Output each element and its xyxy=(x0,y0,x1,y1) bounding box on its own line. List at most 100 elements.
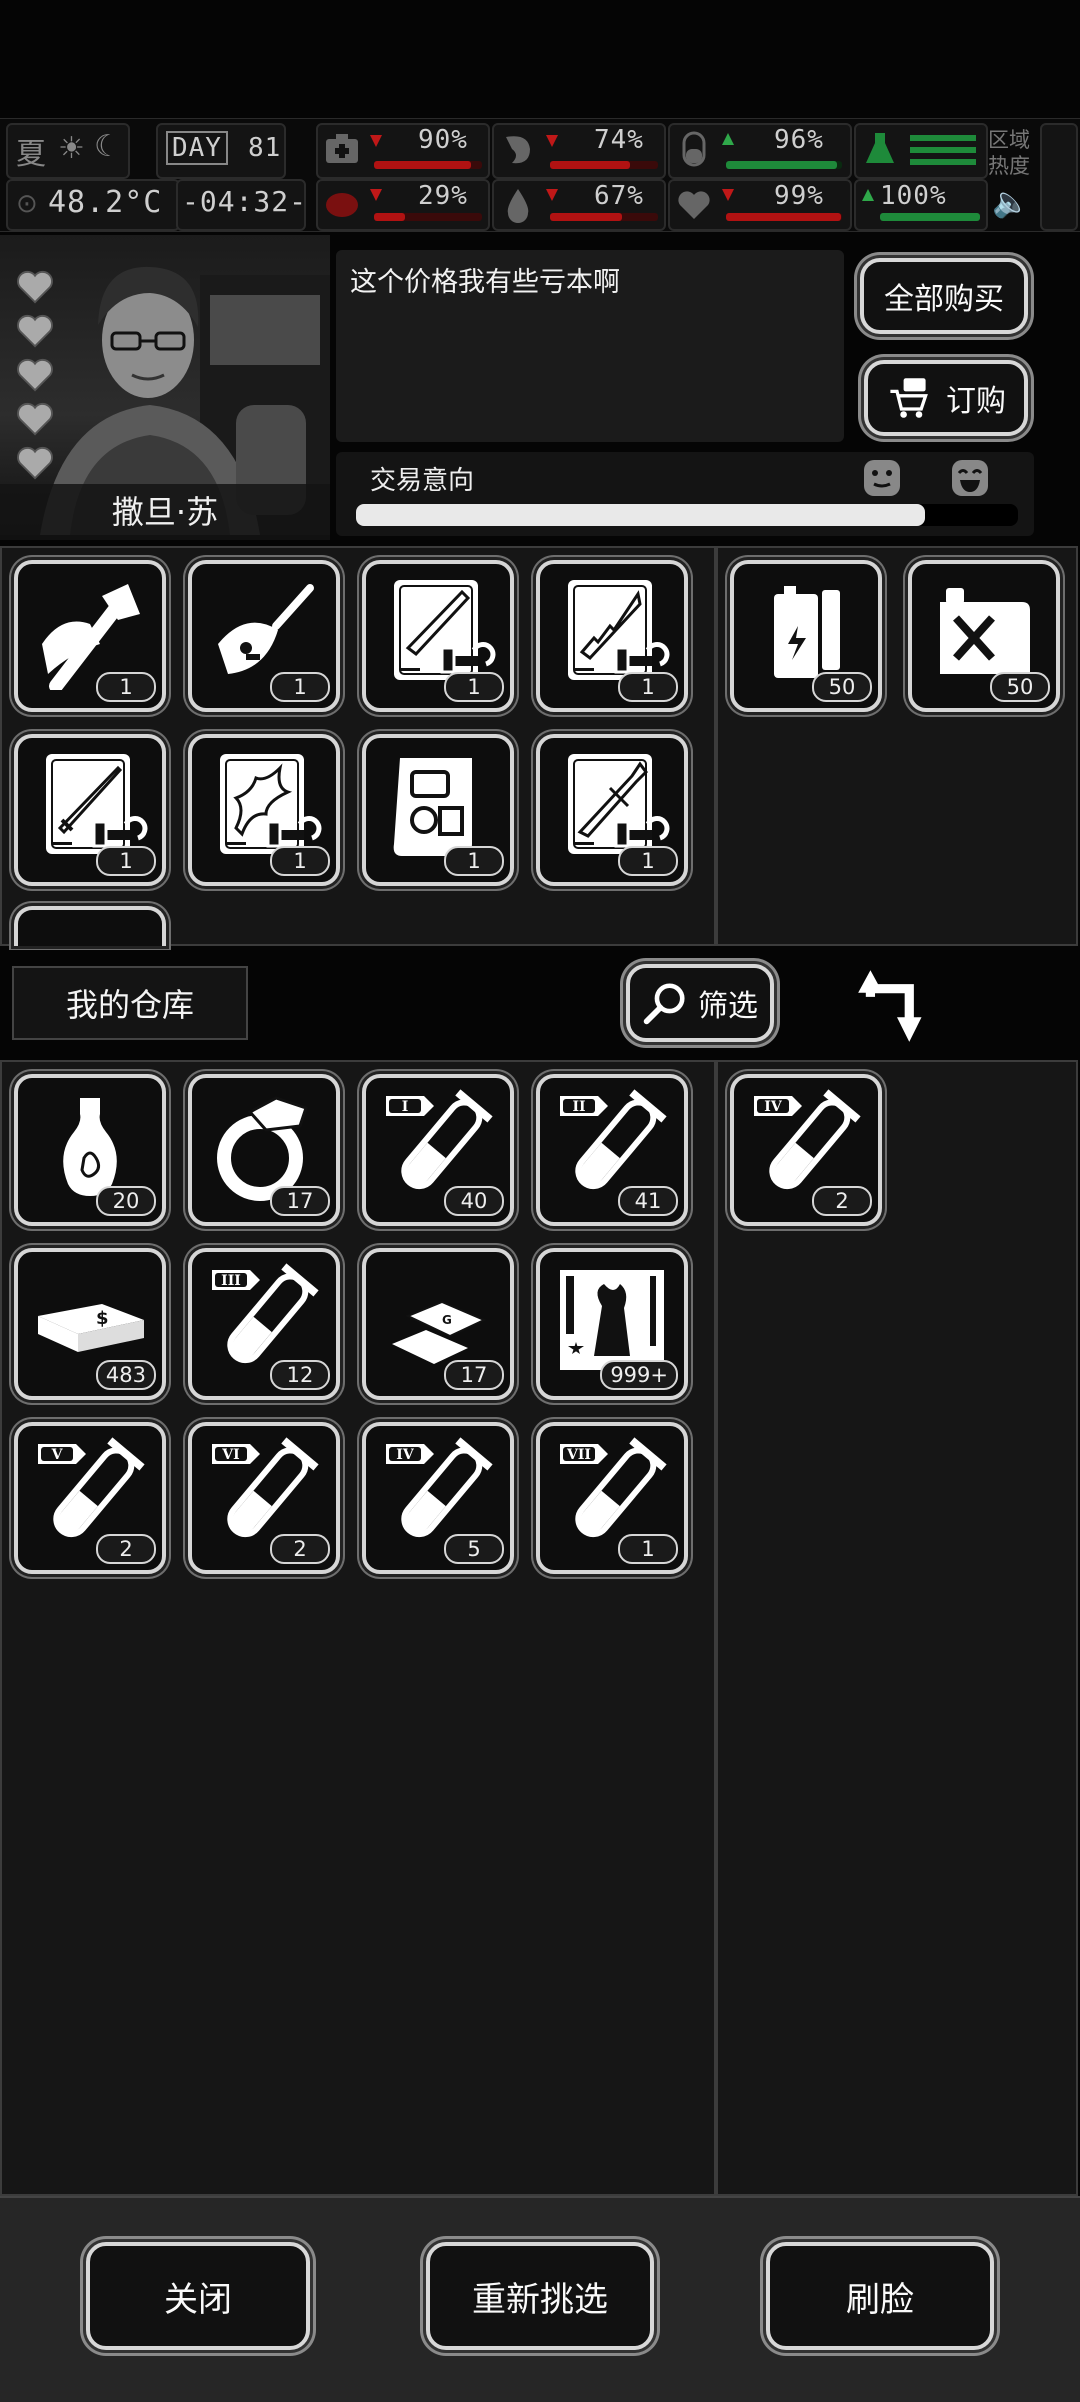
flask-icon xyxy=(860,129,902,171)
item-count: 1 xyxy=(444,672,504,702)
shop-item-slot[interactable]: 1 xyxy=(362,734,514,886)
trade-intent-fill xyxy=(356,504,926,526)
swap-arrows-icon[interactable] xyxy=(856,958,938,1050)
svg-text:III: III xyxy=(221,1273,241,1289)
filter-label: 筛选 xyxy=(698,989,758,1024)
shop-item-slot-partial[interactable] xyxy=(14,906,166,946)
status-bar: 夏 ☀ ☾ ⊙ 48.2°C DAY 81 -04:32- 90% 29% 74… xyxy=(0,118,1080,232)
capsule-icon xyxy=(674,129,716,171)
stat-energy-value: 100% xyxy=(880,181,947,211)
item-count: 483 xyxy=(95,1360,156,1390)
trade-intent-label: 交易意向 xyxy=(370,466,475,496)
warehouse-item-slot[interactable]: 999+ xyxy=(536,1248,688,1400)
shop-side-item-slot[interactable]: 50 xyxy=(730,560,882,712)
region-heat-label: 区域热度 xyxy=(988,128,1030,178)
stat-hydration-value: 67% xyxy=(594,181,644,211)
close-label: 关闭 xyxy=(164,2279,232,2320)
stomach-icon xyxy=(498,129,540,171)
item-count: 1 xyxy=(618,846,678,876)
item-count: 12 xyxy=(270,1360,330,1390)
item-count: 1 xyxy=(618,1534,678,1564)
heart-icon xyxy=(17,315,53,348)
item-count: 1 xyxy=(270,846,330,876)
shop-side-item-slot[interactable]: 50 xyxy=(908,560,1060,712)
shop-item-slot[interactable]: 1 xyxy=(536,734,688,886)
trader-dialogue: 这个价格我有些亏本啊 xyxy=(336,250,844,442)
stat-mood-value: 96% xyxy=(774,125,824,155)
item-count: 2 xyxy=(812,1186,872,1216)
heart-icon xyxy=(17,447,53,480)
svg-text:VI: VI xyxy=(221,1447,239,1463)
warehouse-item-slot[interactable]: V2 xyxy=(14,1422,166,1574)
svg-text:G: G xyxy=(442,1313,452,1327)
trade-intent-bar xyxy=(356,504,1018,526)
buy-all-button[interactable]: 全部购买 xyxy=(860,258,1028,334)
moon-icon: ☾ xyxy=(94,129,121,164)
stat-water-value: 29% xyxy=(418,181,468,211)
warehouse-item-slot[interactable]: 17 xyxy=(188,1074,340,1226)
warehouse-side-panel xyxy=(716,1060,1078,2196)
warehouse-item-slot[interactable]: VI 2 xyxy=(188,1422,340,1574)
filter-button[interactable]: 筛选 xyxy=(626,964,774,1042)
stat-water-bar xyxy=(374,213,482,221)
medkit-icon xyxy=(322,129,364,171)
warehouse-side-item-slot[interactable]: IV 2 xyxy=(730,1074,882,1226)
warehouse-item-slot[interactable]: VII 1 xyxy=(536,1422,688,1574)
reselect-label: 重新挑选 xyxy=(472,2279,608,2320)
clock-value: -04:32- xyxy=(182,185,308,218)
warehouse-item-slot[interactable]: I 40 xyxy=(362,1074,514,1226)
item-count: 1 xyxy=(618,672,678,702)
order-label: 订购 xyxy=(946,384,1006,419)
stat-energy-bar xyxy=(880,213,980,221)
shop-item-slot[interactable]: 1 xyxy=(14,734,166,886)
face-pay-button[interactable]: 刷脸 xyxy=(766,2242,994,2350)
warehouse-item-slot[interactable]: II 41 xyxy=(536,1074,688,1226)
warehouse-label: 我的仓库 xyxy=(12,966,248,1040)
warehouse-item-slot[interactable]: G 17 xyxy=(362,1248,514,1400)
speaker-icon: 🔈 xyxy=(992,185,1030,220)
stat-vitality-value: 99% xyxy=(774,181,824,211)
warehouse-item-slot[interactable]: IV 5 xyxy=(362,1422,514,1574)
brain-icon xyxy=(322,185,364,227)
warehouse-item-slot[interactable]: III 12 xyxy=(188,1248,340,1400)
shop-item-slot[interactable]: 1 xyxy=(14,560,166,712)
day-label: DAY xyxy=(166,131,228,165)
stat-health-bar xyxy=(374,161,482,169)
item-count: 17 xyxy=(270,1186,330,1216)
stat-water: 29% xyxy=(316,179,490,231)
item-count: 999+ xyxy=(600,1360,678,1390)
svg-text:II: II xyxy=(572,1099,585,1115)
drop-icon xyxy=(498,185,540,227)
side-gauge xyxy=(1040,123,1078,231)
order-button[interactable]: 订购 xyxy=(864,360,1028,436)
sun-icon: ☀ xyxy=(58,131,85,166)
region-heat[interactable]: 区域热度 🔈 xyxy=(988,123,1038,227)
stat-flask xyxy=(854,123,988,179)
trader-name: 撒旦·苏 xyxy=(0,484,330,540)
heart-icon xyxy=(17,359,53,392)
shop-item-slot[interactable]: 1 xyxy=(188,560,340,712)
day-number: 81 xyxy=(248,133,282,163)
stat-stamina: 74% xyxy=(492,123,666,179)
shop-item-slot[interactable]: 1 xyxy=(536,560,688,712)
shop-item-slot[interactable]: 1 xyxy=(188,734,340,886)
svg-text:V: V xyxy=(51,1447,64,1463)
item-count: 50 xyxy=(812,672,872,702)
item-count: 1 xyxy=(96,672,156,702)
warehouse-item-slot[interactable]: 20 xyxy=(14,1074,166,1226)
item-count: 17 xyxy=(444,1360,504,1390)
trend-up-icon xyxy=(722,133,734,145)
thermometer-icon: ⊙ xyxy=(16,189,38,219)
warehouse-item-slot[interactable]: $483 xyxy=(14,1248,166,1400)
item-count: 1 xyxy=(444,846,504,876)
item-count: 1 xyxy=(270,672,330,702)
reselect-button[interactable]: 重新挑选 xyxy=(426,2242,654,2350)
trend-down-icon xyxy=(546,135,558,147)
temperature-value: 48.2°C xyxy=(48,185,163,220)
shop-item-slot[interactable]: 1 xyxy=(362,560,514,712)
temperature-panel: ⊙ 48.2°C xyxy=(6,179,180,231)
heart-icon xyxy=(674,185,716,227)
trend-up-icon xyxy=(862,189,874,201)
item-count: 2 xyxy=(96,1534,156,1564)
close-button[interactable]: 关闭 xyxy=(86,2242,310,2350)
